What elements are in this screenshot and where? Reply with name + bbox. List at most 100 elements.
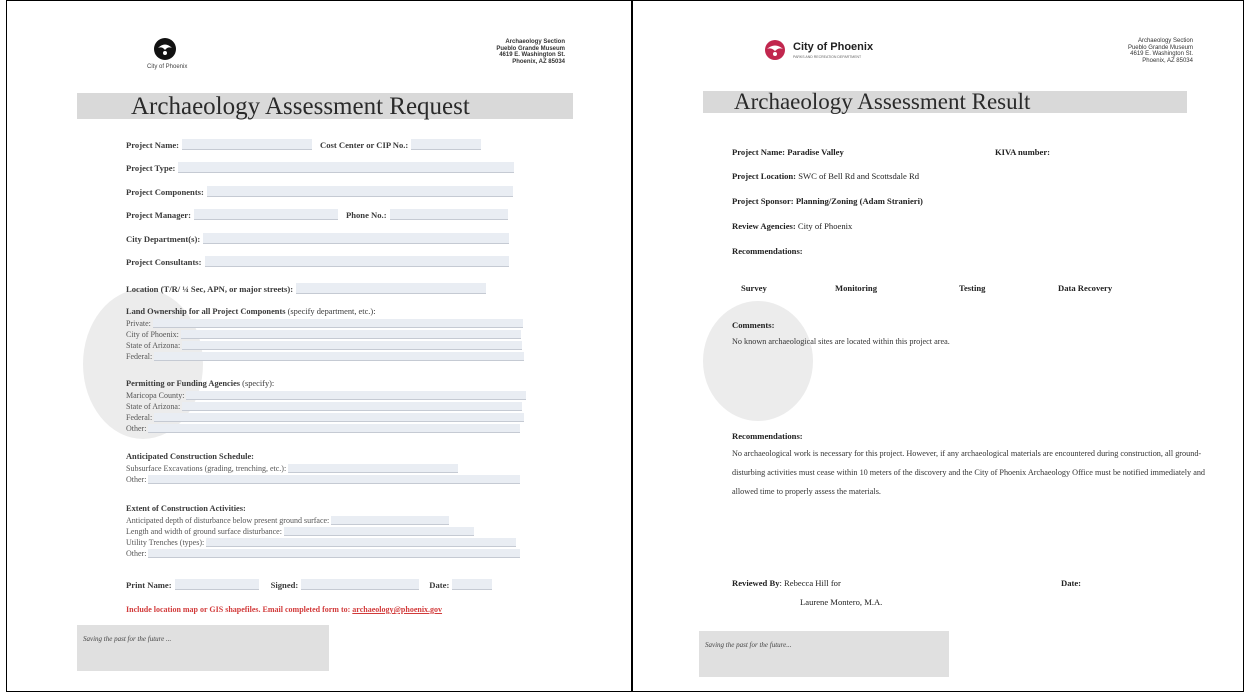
schedule-heading: Anticipated Construction Schedule: [126,452,254,461]
project-consultants-row: Project Consultants: [126,256,509,267]
cost-center-label: Cost Center or CIP No.: [320,140,409,150]
email-link[interactable]: archaeology@phoenix.gov [352,605,442,614]
date-line: Date: [1061,578,1081,588]
land-federal-label: Federal: [126,352,153,361]
option-data-recovery: Data Recovery [1058,283,1113,293]
land-heading-note: (specify department, etc.): [285,307,376,316]
phone-field[interactable] [389,209,508,220]
project-name-field[interactable] [182,139,313,150]
option-testing: Testing [959,283,986,293]
address-line: 4619 E. Washington St. [1130,51,1193,58]
land-row: Federal: [126,352,525,361]
page-title: Archaeology Assessment Request [131,93,470,120]
submission-note-text: Include location map or GIS shapefiles. … [126,605,353,614]
schedule-heading-bold: Anticipated Construction Schedule: [126,452,254,461]
signed-label: Signed: [270,580,299,590]
extent-other-field[interactable] [148,549,521,558]
extent-depth-field[interactable] [331,516,450,525]
permit-state-field[interactable] [182,402,523,411]
address-block: Archaeology Section Pueblo Grande Museum… [1073,38,1193,64]
permitting-row: Other: [126,424,521,433]
location-field[interactable] [296,283,487,294]
address-block: Archaeology Section Pueblo Grande Museum… [447,39,565,65]
schedule-row: Other: [126,475,521,484]
land-state-field[interactable] [182,341,523,350]
signed-field[interactable] [301,579,420,590]
print-name-label: Print Name: [126,580,172,590]
footer-band: Saving the past for the future... [699,631,949,677]
page-title: Archaeology Assessment Result [734,89,1031,114]
land-city-label: City of Phoenix: [126,330,179,339]
location-line: Project Location: SWC of Bell Rd and Sco… [732,171,919,181]
reviewer-secondary: Laurene Montero, M.A. [800,597,883,607]
signature-row: Print Name: Signed: Date: [126,579,493,590]
agencies-line: Review Agencies: City of Phoenix [732,221,852,231]
land-private-label: Private: [126,319,151,328]
land-state-label: State of Arizona: [126,341,181,350]
extent-length-label: Length and width of ground surface distu… [126,527,282,536]
location-row: Location (T/R/ ¼ Sec, APN, or major stre… [126,283,487,294]
schedule-other-field[interactable] [148,475,521,484]
agencies-label: Review Agencies: [732,221,796,231]
permit-federal-field[interactable] [154,413,525,422]
permit-other-label: Other: [126,424,147,433]
cost-center-field[interactable] [411,139,482,150]
permit-federal-label: Federal: [126,413,153,422]
project-manager-label: Project Manager: [126,210,191,220]
phoenix-watermark [703,301,813,421]
project-type-label: Project Type: [126,163,176,173]
address-line: Archaeology Section [1137,38,1193,44]
extent-depth-label: Anticipated depth of disturbance below p… [126,516,330,525]
print-name-field[interactable] [174,579,259,590]
date-field[interactable] [452,579,493,590]
option-monitoring: Monitoring [835,283,878,293]
footer-tagline: Saving the past for the future ... [83,635,172,643]
permit-maricopa-label: Maricopa County: [126,391,185,400]
extent-row: Other: [126,549,521,558]
extent-utility-field[interactable] [206,538,517,547]
permit-maricopa-field[interactable] [186,391,527,400]
address-line: Pueblo Grande Museum [1127,44,1193,51]
land-row: State of Arizona: [126,341,523,350]
extent-row: Length and width of ground surface distu… [126,527,474,536]
land-row: City of Phoenix: [126,330,521,339]
land-federal-field[interactable] [154,352,525,361]
schedule-excavation-label: Subsurface Excavations (grading, trenchi… [126,464,287,473]
land-row: Private: [126,319,523,328]
extent-utility-label: Utility Trenches (types): [126,538,205,547]
recommendations-label: Recommendations: [732,246,803,256]
org-subtitle: PARKS AND RECREATION DEPARTMENT [793,55,862,59]
project-type-field[interactable] [178,162,515,173]
city-departments-row: City Department(s): [126,233,510,244]
permitting-heading-bold: Permitting or Funding Agencies [126,379,241,388]
location-label: Project Location: [732,171,797,181]
land-private-field[interactable] [152,319,523,328]
land-city-field[interactable] [180,330,521,339]
schedule-excavation-field[interactable] [288,464,459,473]
project-manager-field[interactable] [193,209,338,220]
sponsor-value: Planning/Zoning (Adam Stranieri) [795,196,923,206]
address-line: Archaeology Section [505,39,565,45]
comments-heading: Comments: [732,320,774,330]
permit-state-label: State of Arizona: [126,402,181,411]
project-components-field[interactable] [206,186,513,197]
project-consultants-label: Project Consultants: [126,257,202,267]
extent-heading-bold: Extent of Construction Activities: [126,504,246,513]
permit-other-field[interactable] [148,424,521,433]
city-departments-field[interactable] [203,233,510,244]
sponsor-line: Project Sponsor: Planning/Zoning (Adam S… [732,196,923,206]
extent-heading: Extent of Construction Activities: [126,504,246,513]
extent-length-field[interactable] [283,527,474,536]
agencies-value: City of Phoenix [797,221,853,231]
project-consultants-field[interactable] [204,256,509,267]
date-label: Date: [429,580,450,590]
phoenix-logo-icon [154,38,176,60]
extent-other-label: Other: [126,549,147,558]
reviewed-label: Reviewed By [732,578,780,588]
assessment-request-page: City of Phoenix Archaeology Section Pueb… [6,0,632,692]
project-type-row: Project Type: [126,162,515,173]
recommendations-text: No archaeological work is necessary for … [732,449,1206,496]
location-label: Location (T/R/ ¼ Sec, APN, or major stre… [126,284,294,294]
recommendations-line: Recommendations: [732,246,803,256]
address-line: Phoenix, AZ 85034 [512,58,565,65]
